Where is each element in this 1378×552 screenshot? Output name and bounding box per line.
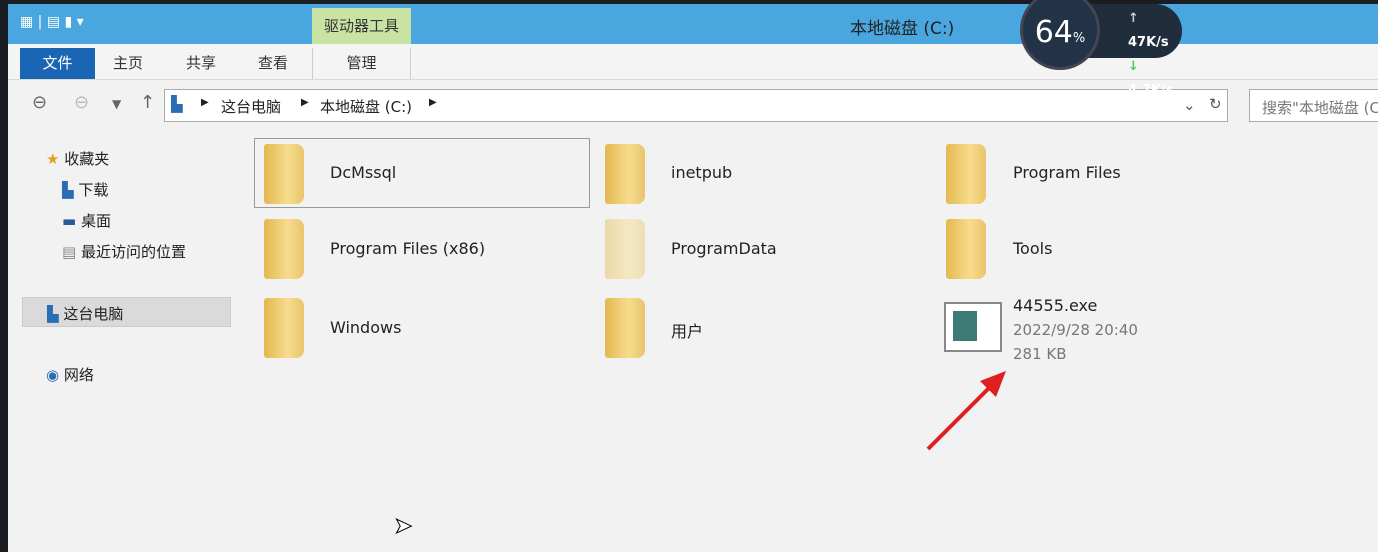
sidebar-item-desktop[interactable]: ▬ 桌面 xyxy=(62,210,111,231)
folder-icon xyxy=(946,219,986,279)
upload-icon: ↑ xyxy=(1128,11,1139,26)
file-name[interactable]: Program Files (x86) xyxy=(330,239,485,258)
dropdown-icon[interactable]: ⌄ xyxy=(1183,96,1196,114)
mouse-cursor-icon: ➤ xyxy=(393,514,413,540)
red-arrow-annotation xyxy=(926,371,1006,451)
upload-speed: 47K/s xyxy=(1128,35,1169,50)
search-input[interactable]: 搜索"本地磁盘 (C:)" xyxy=(1249,89,1378,122)
file-size: 281 KB xyxy=(1013,345,1067,363)
folder-icon xyxy=(605,298,645,358)
address-bar[interactable]: ▙ ▶ 这台电脑 ▶ 本地磁盘 (C:) ▶ ⌄ ↻ xyxy=(164,89,1228,122)
folder-item-dcmssql[interactable] xyxy=(254,138,590,208)
folder-icon xyxy=(264,298,304,358)
recent-icon: ▤ xyxy=(62,243,77,261)
desktop-icon: ▬ xyxy=(62,212,77,230)
file-item-exe[interactable]: 44555.exe 2022/9/28 20:40 281 KB xyxy=(1013,294,1138,366)
file-name[interactable]: Tools xyxy=(1013,239,1052,258)
file-name[interactable]: Program Files xyxy=(1013,163,1121,182)
file-name: 44555.exe xyxy=(1013,296,1098,315)
download-icon: ▙ xyxy=(62,181,74,199)
tab-home[interactable]: 主页 xyxy=(103,48,153,79)
tab-view[interactable]: 查看 xyxy=(248,48,298,79)
download-icon: ↓ xyxy=(1128,59,1139,74)
network-icon: ◉ xyxy=(46,366,60,384)
back-icon[interactable]: ⊖ xyxy=(32,92,47,113)
recent-chevron-icon[interactable]: ▼ xyxy=(112,97,121,111)
tab-manage[interactable]: 管理 xyxy=(312,48,411,79)
folder-icon xyxy=(264,144,304,204)
download-speed: 4.7K/s xyxy=(1128,83,1174,98)
forward-icon[interactable]: ⊖ xyxy=(74,92,89,113)
star-icon: ★ xyxy=(46,150,60,168)
folder-icon xyxy=(605,144,645,204)
folder-icon xyxy=(605,219,645,279)
quick-access-toolbar[interactable]: ▦ | ▤ ▮ ▾ xyxy=(20,14,84,30)
sidebar-item-downloads[interactable]: ▙ 下载 xyxy=(62,179,108,200)
folder-icon xyxy=(264,219,304,279)
computer-icon: ▙ xyxy=(47,305,59,323)
file-name[interactable]: 用户 xyxy=(671,318,703,342)
sidebar-item-recent[interactable]: ▤ 最近访问的位置 xyxy=(62,241,186,262)
computer-icon: ▙ xyxy=(171,95,183,113)
file-date: 2022/9/28 20:40 xyxy=(1013,321,1138,339)
refresh-icon[interactable]: ↻ xyxy=(1209,95,1222,113)
up-icon[interactable]: ↑ xyxy=(140,92,155,113)
breadcrumb-local-disk[interactable]: 本地磁盘 (C:) xyxy=(320,96,412,117)
window-title: 本地磁盘 (C:) xyxy=(850,19,955,39)
file-name[interactable]: inetpub xyxy=(671,163,732,182)
sidebar-item-this-pc[interactable]: ▙ 这台电脑 xyxy=(22,297,231,327)
breadcrumb-this-pc[interactable]: 这台电脑 xyxy=(221,96,281,117)
file-name[interactable]: ProgramData xyxy=(671,239,777,258)
tab-file[interactable]: 文件 xyxy=(20,48,95,79)
folder-icon xyxy=(946,144,986,204)
context-tab-drive-tools: 驱动器工具 xyxy=(312,8,411,44)
file-name[interactable]: DcMssql xyxy=(330,163,396,182)
file-name[interactable]: Windows xyxy=(330,318,401,337)
sidebar-favorites[interactable]: ★ 收藏夹 xyxy=(46,148,109,169)
tab-share[interactable]: 共享 xyxy=(176,48,226,79)
sidebar-item-network[interactable]: ◉ 网络 xyxy=(46,364,94,385)
exe-icon xyxy=(944,302,1002,352)
